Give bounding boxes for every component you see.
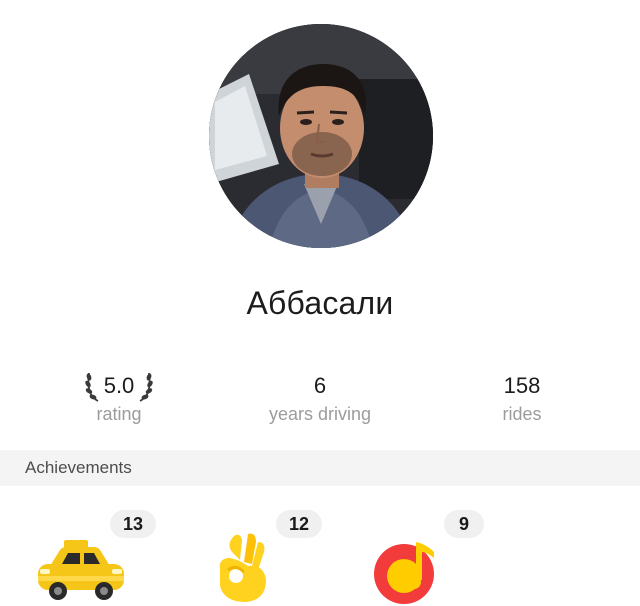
- driver-name: Аббасали: [246, 285, 394, 321]
- driver-photo: [209, 24, 433, 248]
- achievement-count-music: 9: [444, 510, 484, 538]
- years-driving-value: 6: [313, 373, 327, 398]
- music-note-icon[interactable]: [372, 536, 442, 606]
- achievements-header: Achievements: [0, 450, 640, 486]
- achievements-title: Achievements: [25, 458, 132, 477]
- rides-label: rides: [502, 404, 542, 424]
- achievement-count-ok-hand: 12: [276, 510, 322, 538]
- laurel-left-icon: [84, 369, 102, 403]
- rating-value: 5.0: [103, 373, 135, 398]
- stats-row: 5.0 rating 6 years driving 158 rides: [0, 368, 640, 438]
- rating-label: rating: [96, 404, 142, 424]
- ok-hand-icon[interactable]: [212, 530, 276, 606]
- rides-value: 158: [503, 373, 541, 398]
- taxi-car-icon[interactable]: [36, 536, 128, 600]
- rating-stat: 5.0 rating: [29, 368, 209, 425]
- years-driving-label: years driving: [268, 404, 372, 424]
- rides-stat: 158 rides: [432, 368, 612, 425]
- driver-avatar[interactable]: [209, 24, 433, 248]
- rating-value-wrap: 5.0: [84, 368, 155, 404]
- years-driving-stat: 6 years driving: [230, 368, 410, 425]
- achievement-count-taxi: 13: [110, 510, 156, 538]
- driver-profile-screen: Аббасали 5.0 rating 6 years driving 158 …: [0, 0, 640, 606]
- laurel-right-icon: [136, 369, 154, 403]
